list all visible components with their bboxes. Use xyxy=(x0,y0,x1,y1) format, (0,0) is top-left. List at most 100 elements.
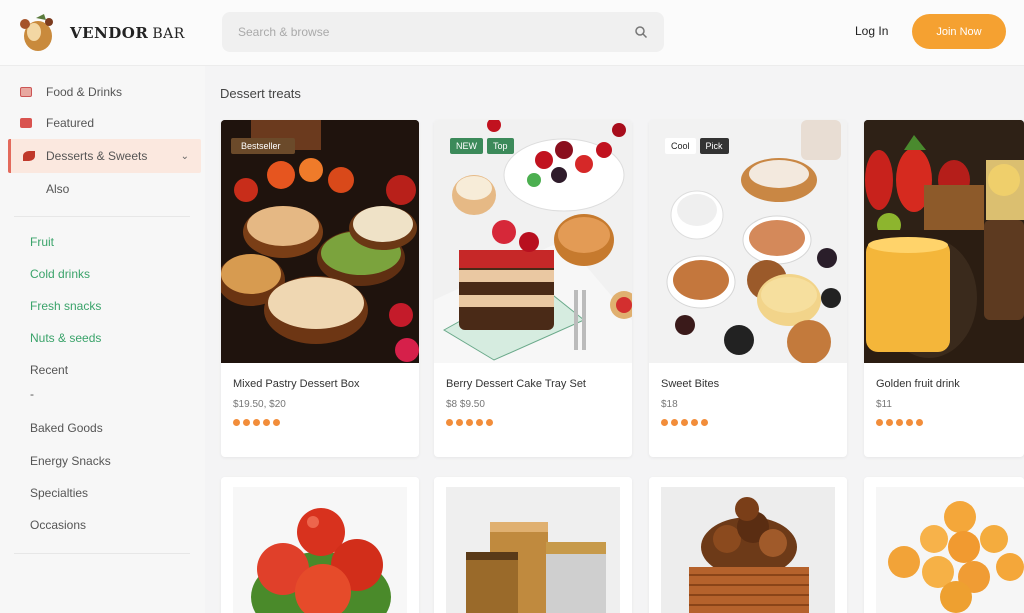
login-link[interactable]: Log In xyxy=(855,24,888,38)
search-icon[interactable] xyxy=(634,25,648,39)
product-card[interactable]: Cool Pick Sweet Bites $18 xyxy=(649,120,847,457)
sidebar-item-label: Featured xyxy=(46,116,95,130)
sidebar-item-desserts[interactable]: Desserts & Sweets ⌄ xyxy=(8,139,201,173)
star-icon xyxy=(876,419,883,426)
sidebar: Food & Drinks Featured Desserts & Sweets… xyxy=(0,66,205,613)
star-icon xyxy=(456,419,463,426)
search-input[interactable] xyxy=(238,25,634,39)
sidebar-item-separator: - xyxy=(0,382,200,406)
sidebar-item-label: Recent xyxy=(30,363,69,377)
product-image[interactable]: NEW Top xyxy=(434,120,632,363)
join-button[interactable]: Join Now xyxy=(912,14,1006,49)
product-price: $8 $9.50 xyxy=(446,399,485,410)
star-icon xyxy=(906,419,913,426)
sidebar-item-label: Fresh snacks xyxy=(30,299,102,313)
sidebar-item-label: Energy Snacks xyxy=(30,454,111,468)
search-bar[interactable] xyxy=(222,12,664,52)
sidebar-item-food[interactable]: Food & Drinks xyxy=(0,76,200,108)
rating-stars xyxy=(661,419,708,426)
sidebar-item-energy[interactable]: Energy Snacks xyxy=(0,445,200,477)
sidebar-item-occasions[interactable]: Occasions xyxy=(0,509,200,541)
star-icon xyxy=(886,419,893,426)
sidebar-item-label: Food & Drinks xyxy=(46,85,123,99)
sidebar-item-label: Nuts & seeds xyxy=(30,331,102,345)
sidebar-item-baked[interactable]: Baked Goods xyxy=(0,412,200,444)
rating-stars xyxy=(446,419,493,426)
product-title[interactable]: Mixed Pastry Dessert Box xyxy=(233,378,360,390)
sidebar-item-nuts[interactable]: Nuts & seeds xyxy=(0,322,200,354)
sidebar-item-also[interactable]: Also xyxy=(0,173,200,205)
sidebar-item-label: Fruit xyxy=(30,235,54,249)
star-icon xyxy=(681,419,688,426)
folder-icon xyxy=(20,87,32,97)
product-price: $19.50, $20 xyxy=(233,399,286,410)
logo-text: VENDOR BAR xyxy=(70,24,185,42)
product-price: $18 xyxy=(661,399,678,410)
star-icon xyxy=(233,419,240,426)
tomato-photo xyxy=(221,477,419,613)
badge-group: Bestseller xyxy=(235,138,287,154)
status-badge: Top xyxy=(487,138,514,154)
sidebar-item-featured[interactable]: Featured xyxy=(0,107,200,139)
star-icon xyxy=(671,419,678,426)
star-icon xyxy=(916,419,923,426)
sidebar-item-label: Occasions xyxy=(30,518,87,532)
product-image[interactable]: Bestseller xyxy=(221,120,419,363)
basket-photo xyxy=(649,477,847,613)
sidebar-item-fruit[interactable]: Fruit xyxy=(0,226,200,258)
product-card[interactable] xyxy=(649,477,847,613)
status-badge: Bestseller xyxy=(235,138,287,154)
badge-group: NEW Top xyxy=(450,138,514,154)
sidebar-divider xyxy=(14,553,190,554)
product-price: $11 xyxy=(876,399,892,410)
star-icon xyxy=(446,419,453,426)
sidebar-item-label: Specialties xyxy=(30,486,89,500)
product-image[interactable] xyxy=(864,120,1024,363)
product-title[interactable]: Berry Dessert Cake Tray Set xyxy=(446,378,586,390)
rating-stars xyxy=(876,419,923,426)
top-header: VENDORBAR Log In Join Now xyxy=(0,0,1024,66)
product-image[interactable]: Cool Pick xyxy=(649,120,847,363)
star-icon xyxy=(476,419,483,426)
sidebar-item-cold-drinks[interactable]: Cold drinks xyxy=(0,258,200,290)
leaf-icon xyxy=(23,151,35,161)
drink-photo xyxy=(864,120,1024,363)
star-icon xyxy=(661,419,668,426)
star-icon xyxy=(20,118,32,128)
sidebar-item-specialties[interactable]: Specialties xyxy=(0,477,200,509)
status-badge: Cool xyxy=(665,138,696,154)
product-card[interactable]: NEW Top Berry Dessert Cake Tray Set $8 $… xyxy=(434,120,632,457)
sidebar-divider xyxy=(14,216,190,217)
logo-icon xyxy=(20,14,53,51)
product-card[interactable] xyxy=(434,477,632,613)
logo[interactable]: VENDOR BAR xyxy=(16,12,185,54)
status-badge: NEW xyxy=(450,138,483,154)
fruit-bowl-photo xyxy=(864,477,1024,613)
star-icon xyxy=(243,419,250,426)
sidebar-item-fresh-snacks[interactable]: Fresh snacks xyxy=(0,290,200,322)
star-icon xyxy=(486,419,493,426)
sidebar-item-label: Desserts & Sweets xyxy=(46,149,148,163)
product-title[interactable]: Golden fruit drink xyxy=(876,378,960,390)
star-icon xyxy=(466,419,473,426)
sidebar-item-label: Cold drinks xyxy=(30,267,91,281)
product-card[interactable] xyxy=(864,477,1024,613)
star-icon xyxy=(896,419,903,426)
product-card[interactable] xyxy=(221,477,419,613)
star-icon xyxy=(263,419,270,426)
rating-stars xyxy=(233,419,280,426)
status-badge: Pick xyxy=(699,138,729,154)
jar-photo xyxy=(434,477,632,613)
star-icon xyxy=(273,419,280,426)
sidebar-item-label: - xyxy=(30,387,34,401)
sidebar-item-label: Baked Goods xyxy=(30,421,103,435)
star-icon xyxy=(701,419,708,426)
product-card[interactable]: Bestseller Mixed Pastry Dessert Box $19.… xyxy=(221,120,419,457)
sidebar-item-label: Also xyxy=(46,182,70,196)
product-title[interactable]: Sweet Bites xyxy=(661,378,719,390)
product-card[interactable]: Golden fruit drink $11 xyxy=(864,120,1024,457)
cake-photo xyxy=(434,120,632,363)
chevron-down-icon[interactable]: ⌄ xyxy=(181,151,189,162)
pastry-photo xyxy=(221,120,419,363)
section-title: Dessert treats xyxy=(220,86,301,101)
